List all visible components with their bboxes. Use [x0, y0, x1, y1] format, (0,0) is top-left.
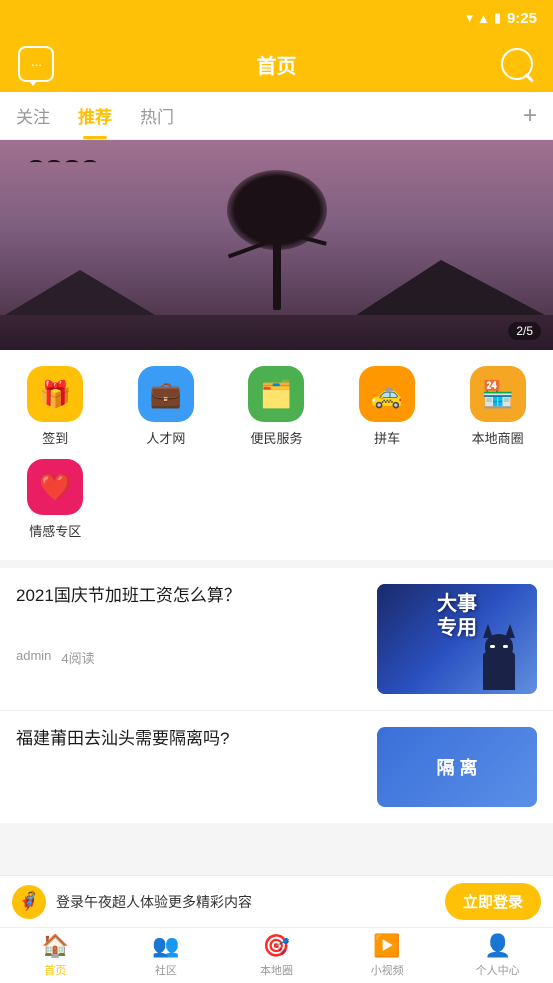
tree-silhouette [217, 170, 337, 310]
tab-follow[interactable]: 关注 [16, 92, 50, 139]
emotion-icon: ❤️ [39, 472, 71, 503]
nav-profile-label: 个人中心 [476, 962, 520, 978]
bottom-nav: 🏠 首页 👥 社区 🎯 本地圈 ▶️ 小视频 👤 个人中心 [0, 927, 553, 983]
thumb-2-text: 隔 离 [436, 754, 477, 780]
search-icon [501, 48, 533, 80]
service-icon: 🗂️ [260, 379, 292, 410]
thumb-2-image: 隔 离 [377, 727, 537, 807]
nav-community[interactable]: 👥 社区 [111, 928, 222, 983]
article-item-1[interactable]: 2021国庆节加班工资怎么算？ admin 4阅读 大事 专用 [0, 568, 553, 711]
service-icon-bg: 🗂️ [248, 366, 304, 422]
article-1-reads: 4阅读 [61, 648, 94, 667]
article-1-meta: admin 4阅读 [16, 648, 365, 667]
article-1-text: 2021国庆节加班工资怎么算？ admin 4阅读 [16, 584, 365, 667]
nav-profile[interactable]: 👤 个人中心 [442, 928, 553, 983]
local-icon: 🎯 [263, 933, 290, 959]
chat-button[interactable] [16, 44, 56, 84]
bird-2 [48, 160, 60, 165]
bird-3 [66, 160, 78, 165]
home-icon: 🏠 [42, 933, 69, 959]
community-icon: 👥 [152, 933, 179, 959]
login-avatar-emoji: 🦸 [18, 891, 40, 912]
header: 首页 [0, 36, 553, 92]
nav-local-label: 本地圈 [260, 962, 293, 978]
nav-community-label: 社区 [155, 962, 177, 978]
store-icon: 🏪 [481, 379, 513, 410]
water-reflection [0, 315, 553, 350]
bird-4 [84, 160, 96, 165]
checkin-icon: 🎁 [39, 379, 71, 410]
tree-trunk [273, 230, 281, 310]
grid-item-carpool[interactable]: 🚕 拼车 [332, 366, 443, 447]
banner-image [0, 140, 553, 350]
login-banner: 🦸 登录午夜超人体验更多精彩内容 立即登录 [0, 875, 553, 927]
grid-item-checkin[interactable]: 🎁 签到 [0, 366, 111, 447]
store-icon-bg: 🏪 [470, 366, 526, 422]
tab-hot[interactable]: 热门 [140, 92, 174, 139]
banner-counter: 2/5 [508, 322, 541, 340]
status-time: 9:25 [507, 10, 537, 27]
grid-item-emotion[interactable]: ❤️ 情感专区 [0, 459, 111, 540]
service-label: 便民服务 [250, 428, 302, 447]
carpool-icon: 🚕 [371, 379, 403, 410]
store-label: 本地商圈 [472, 428, 524, 447]
bird-1 [30, 160, 42, 165]
grid-item-talent[interactable]: 💼 人才网 [111, 366, 222, 447]
article-1-title: 2021国庆节加班工资怎么算？ [16, 584, 365, 608]
article-1-author: admin [16, 648, 51, 667]
page-title: 首页 [257, 50, 297, 79]
article-1-thumb: 大事 专用 [377, 584, 537, 694]
battery-icon: ▮ [494, 10, 501, 26]
nav-home-label: 首页 [44, 962, 66, 978]
grid-item-service[interactable]: 🗂️ 便民服务 [221, 366, 332, 447]
checkin-label: 签到 [42, 428, 68, 447]
article-2-text: 福建莆田去汕头需要隔离吗? [16, 727, 365, 791]
chat-icon [18, 46, 54, 82]
login-button[interactable]: 立即登录 [445, 883, 541, 920]
grid-icons: 🎁 签到 💼 人才网 🗂️ 便民服务 🚕 拼车 🏪 本地商圈 ❤️ 情感专区 [0, 350, 553, 560]
login-avatar: 🦸 [12, 885, 46, 919]
signal-icon: ▲ [477, 11, 490, 26]
status-icons: ▾ ▲ ▮ [466, 10, 501, 26]
article-list: 2021国庆节加班工资怎么算？ admin 4阅读 大事 专用 [0, 568, 553, 823]
birds-decoration [30, 160, 96, 165]
emotion-label: 情感专区 [29, 521, 81, 540]
carpool-label: 拼车 [374, 428, 400, 447]
nav-video-label: 小视频 [371, 962, 404, 978]
talent-icon-bg: 💼 [138, 366, 194, 422]
nav-video[interactable]: ▶️ 小视频 [332, 928, 443, 983]
grid-item-store[interactable]: 🏪 本地商圈 [442, 366, 553, 447]
video-icon: ▶️ [373, 933, 400, 959]
status-bar: ▾ ▲ ▮ 9:25 [0, 0, 553, 36]
wifi-icon: ▾ [466, 10, 473, 26]
search-button[interactable] [497, 44, 537, 84]
nav-home[interactable]: 🏠 首页 [0, 928, 111, 983]
talent-icon: 💼 [150, 379, 182, 410]
article-2-thumb: 隔 离 [377, 727, 537, 807]
talent-label: 人才网 [146, 428, 185, 447]
carpool-icon-bg: 🚕 [359, 366, 415, 422]
emotion-icon-bg: ❤️ [27, 459, 83, 515]
article-2-title: 福建莆田去汕头需要隔离吗? [16, 727, 365, 751]
tab-bar: 关注 推荐 热门 + [0, 92, 553, 140]
nav-local[interactable]: 🎯 本地圈 [221, 928, 332, 983]
article-item-2[interactable]: 福建莆田去汕头需要隔离吗? 隔 离 [0, 711, 553, 823]
checkin-icon-bg: 🎁 [27, 366, 83, 422]
profile-icon: 👤 [484, 933, 511, 959]
tab-recommend[interactable]: 推荐 [78, 92, 112, 139]
thumb-1-image: 大事 专用 [377, 584, 537, 694]
banner[interactable]: 2/5 [0, 140, 553, 350]
login-prompt-text: 登录午夜超人体验更多精彩内容 [56, 892, 435, 912]
tab-add-button[interactable]: + [523, 104, 537, 128]
